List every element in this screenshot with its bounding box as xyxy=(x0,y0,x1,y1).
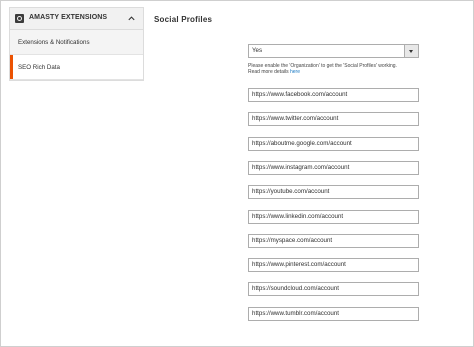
chevron-down-icon[interactable] xyxy=(404,45,418,57)
chevron-up-icon[interactable] xyxy=(127,14,136,23)
sidebar-item-seo-rich-data[interactable]: SEO Rich Data xyxy=(10,55,143,80)
facebook-input[interactable]: https://www.facebook.com/account xyxy=(248,88,419,102)
myspace-input[interactable]: https://myspace.com/account xyxy=(248,234,419,248)
sidebar-section-title: AMASTY EXTENSIONS xyxy=(29,14,108,21)
youtube-input[interactable]: https://youtube.com/account xyxy=(248,185,419,199)
soundcloud-input[interactable]: https://soundcloud.com/account xyxy=(248,282,419,296)
twitter-input[interactable]: https://www.twitter.com/account xyxy=(248,112,419,126)
note-link[interactable]: here xyxy=(290,69,300,75)
instagram-input[interactable]: https://www.instagram.com/account xyxy=(248,161,419,175)
linkedin-input[interactable]: https://www.linkedin.com/account xyxy=(248,210,419,224)
enabled-select[interactable]: Yes xyxy=(248,44,419,58)
pinterest-input[interactable]: https://www.pinterest.com/account xyxy=(248,258,419,272)
sidebar-section-header[interactable]: AMASTY EXTENSIONS xyxy=(10,8,143,30)
sidebar-item-extensions-notifications[interactable]: Extensions & Notifications xyxy=(10,30,143,55)
tumblr-input[interactable]: https://www.tumblr.com/account xyxy=(248,307,419,321)
config-sidebar: AMASTY EXTENSIONS Extensions & Notificat… xyxy=(9,7,144,81)
note-text-prefix: Read more details xyxy=(248,69,290,75)
amasty-logo-icon xyxy=(15,14,24,23)
sidebar-item-label: SEO Rich Data xyxy=(18,64,60,71)
sidebar-item-label: Extensions & Notifications xyxy=(18,39,90,46)
google-input[interactable]: https://aboutme.google.com/account xyxy=(248,137,419,151)
enabled-note: Please enable the 'Organization' to get … xyxy=(248,63,428,75)
section-title: Social Profiles xyxy=(154,15,213,24)
enabled-select-value: Yes xyxy=(252,47,263,54)
